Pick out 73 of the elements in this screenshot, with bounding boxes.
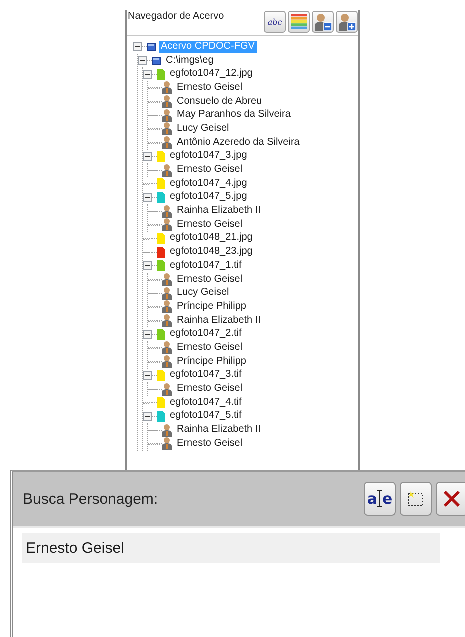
tree-item[interactable]: Ernesto Geisel [175, 342, 245, 354]
collapse-icon[interactable] [138, 56, 147, 66]
person-icon [162, 382, 172, 396]
tree-item[interactable]: Lucy Geisel [175, 287, 232, 300]
person-icon [162, 286, 172, 300]
collapse-icon[interactable] [143, 261, 152, 270]
tree-item[interactable]: egfoto1047_5.tif [168, 410, 244, 422]
collapse-icon[interactable] [143, 412, 152, 421]
tree-item[interactable]: egfoto1047_12.jpg [168, 68, 255, 80]
person-plus-icon [338, 13, 356, 31]
text-cursor-icon [377, 490, 382, 508]
collapse-icon[interactable] [143, 192, 152, 202]
person-minus-icon [314, 13, 332, 31]
tree-item[interactable]: egfoto1048_21.jpg [168, 232, 255, 244]
tree-item[interactable]: egfoto1047_1.tif [168, 260, 244, 272]
delete-button[interactable] [436, 482, 465, 516]
selection-icon [406, 489, 426, 509]
collapse-icon[interactable] [143, 370, 152, 380]
tree-item[interactable]: egfoto1047_3.jpg [168, 150, 250, 162]
remove-person-button[interactable] [312, 11, 334, 33]
close-icon [442, 489, 462, 509]
tree-item[interactable]: Rainha Elizabeth II [175, 424, 263, 436]
tree-item[interactable]: Ernesto Geisel [175, 218, 245, 231]
tree-item[interactable]: egfoto1047_4.tif [168, 396, 244, 409]
collapse-icon[interactable] [143, 152, 152, 161]
person-icon [162, 341, 172, 354]
tree-item[interactable]: Ernesto Geisel [175, 82, 245, 94]
tree-item[interactable]: Ernesto Geisel [175, 274, 245, 286]
tree-item[interactable]: Rainha Elizabeth II [175, 205, 263, 218]
select-button[interactable] [400, 482, 432, 516]
person-icon [162, 424, 172, 437]
person-icon [162, 108, 172, 122]
person-icon [162, 437, 172, 450]
tree-item[interactable]: egfoto1047_2.tif [168, 328, 244, 340]
folder-icon [152, 56, 161, 65]
collapse-icon[interactable] [133, 42, 142, 52]
color-bars-button[interactable] [288, 11, 310, 33]
person-icon [162, 355, 172, 368]
person-icon [162, 122, 172, 136]
search-title: Busca Personagem: [23, 490, 158, 508]
tree-item[interactable]: Rainha Elizabeth II [175, 314, 263, 327]
tree-item[interactable]: May Paranhos da Silveira [175, 109, 293, 122]
color-bars-icon [291, 14, 307, 30]
tree-item[interactable]: Ernesto Geisel [175, 383, 245, 396]
panel-title: Navegador de Acervo [127, 11, 224, 22]
collapse-icon[interactable] [143, 330, 152, 339]
tree-item[interactable]: egfoto1048_23.jpg [168, 246, 255, 258]
tree-item[interactable]: Ernesto Geisel [175, 164, 245, 176]
person-icon [162, 218, 172, 232]
result-item[interactable]: Ernesto Geisel [22, 533, 440, 563]
collapse-icon[interactable] [143, 70, 152, 79]
add-person-button[interactable] [336, 11, 358, 33]
tree-item[interactable]: egfoto1047_3.tif [168, 369, 244, 382]
person-icon [162, 136, 172, 150]
folder-icon [147, 42, 156, 51]
tree-item[interactable]: Príncipe Philipp [175, 356, 248, 368]
person-icon [162, 164, 172, 177]
person-icon [162, 314, 172, 328]
person-icon [162, 95, 172, 108]
tree-item[interactable]: Consuelo de Abreu [175, 96, 264, 108]
tree-item[interactable]: Príncipe Philipp [175, 300, 248, 313]
tree-item[interactable]: egfoto1047_5.jpg [168, 191, 250, 204]
text-search-button[interactable]: a e [364, 482, 396, 516]
tree-item[interactable]: egfoto1047_4.jpg [168, 178, 250, 190]
tree-item[interactable]: Ernesto Geisel [175, 438, 245, 450]
text-button[interactable]: abc [264, 11, 286, 33]
tree-item[interactable]: Lucy Geisel [175, 122, 232, 135]
person-icon [162, 81, 172, 94]
person-icon [162, 204, 172, 218]
tree-item[interactable]: Antônio Azeredo da Silveira [175, 136, 302, 149]
tree-item[interactable]: C:\imgs\eg [164, 54, 216, 67]
person-icon [162, 300, 172, 314]
person-icon [162, 273, 172, 286]
